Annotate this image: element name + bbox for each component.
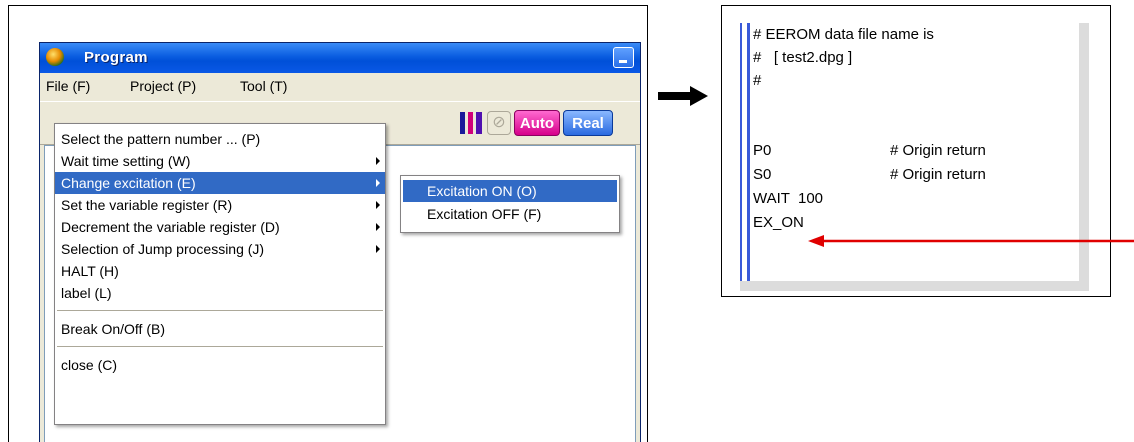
menu-item-label: close (C) bbox=[61, 357, 118, 373]
menu-tool[interactable]: Tool (T) bbox=[240, 78, 287, 94]
menu-item-close[interactable]: close (C) bbox=[55, 354, 385, 376]
menu-item-break[interactable]: Break On/Off (B) bbox=[55, 318, 385, 340]
menu-item-label: Set the variable register (R) bbox=[61, 197, 233, 213]
menu-item-label-cmd[interactable]: label (L) bbox=[55, 282, 385, 304]
code-line: P0 bbox=[753, 142, 772, 159]
menu-item-label: Break On/Off (B) bbox=[61, 321, 165, 337]
menu-bar: File (F) Project (P) Tool (T) bbox=[40, 73, 640, 99]
menu-item-label: Change excitation (E) bbox=[61, 175, 196, 191]
submenu-item-label: Excitation OFF (F) bbox=[427, 206, 542, 222]
menu-item-label: Decrement the variable register (D) bbox=[61, 219, 280, 235]
app-icon bbox=[46, 48, 64, 66]
menu-item-label: Select the pattern number ... (P) bbox=[61, 131, 261, 147]
menu-item-halt[interactable]: HALT (H) bbox=[55, 260, 385, 282]
editor-gutter bbox=[740, 23, 750, 281]
code-comment: # Origin return bbox=[890, 142, 986, 159]
menu-item-select-pattern[interactable]: Select the pattern number ... (P) bbox=[55, 128, 385, 150]
disabled-icon[interactable]: ⊘ bbox=[487, 111, 511, 135]
menu-separator bbox=[57, 310, 383, 311]
context-menu: Select the pattern number ... (P) Wait t… bbox=[54, 123, 386, 425]
code-line: # EEROM data file name is bbox=[753, 26, 934, 43]
right-arrow-icon bbox=[658, 86, 708, 106]
right-screenshot-panel: # EEROM data file name is # [ test2.dpg … bbox=[721, 5, 1111, 297]
real-button[interactable]: Real bbox=[563, 110, 613, 136]
submenu-item-excitation-off[interactable]: Excitation OFF (F) bbox=[403, 203, 617, 225]
excitation-submenu: Excitation ON (O) Excitation OFF (F) bbox=[400, 175, 620, 233]
menu-project[interactable]: Project (P) bbox=[130, 78, 196, 94]
code-line: S0 bbox=[753, 166, 772, 183]
left-screenshot-panel: Program File (F) Project (P) Tool (T) ⊘ … bbox=[8, 5, 648, 442]
submenu-item-label: Excitation ON (O) bbox=[427, 183, 537, 199]
menu-item-change-excitation[interactable]: Change excitation (E) bbox=[55, 172, 385, 194]
code-line: # [ test2.dpg ] bbox=[753, 49, 853, 66]
code-editor[interactable]: # EEROM data file name is # [ test2.dpg … bbox=[740, 23, 1089, 291]
submenu-item-excitation-on[interactable]: Excitation ON (O) bbox=[403, 180, 617, 202]
submenu-arrow-icon bbox=[376, 245, 380, 253]
red-pointer-arrow bbox=[808, 235, 1134, 247]
menu-item-label: Selection of Jump processing (J) bbox=[61, 241, 265, 257]
menu-separator bbox=[57, 346, 383, 347]
auto-button[interactable]: Auto bbox=[514, 110, 560, 136]
title-bar[interactable]: Program bbox=[40, 43, 640, 73]
submenu-arrow-icon bbox=[376, 201, 380, 209]
window-title: Program bbox=[84, 49, 148, 66]
menu-item-wait-time[interactable]: Wait time setting (W) bbox=[55, 150, 385, 172]
code-line: WAIT 100 bbox=[753, 190, 824, 207]
menu-item-label: HALT (H) bbox=[61, 263, 119, 279]
menu-item-jump-processing[interactable]: Selection of Jump processing (J) bbox=[55, 238, 385, 260]
menu-item-decrement-variable-register[interactable]: Decrement the variable register (D) bbox=[55, 216, 385, 238]
submenu-arrow-icon bbox=[376, 179, 380, 187]
code-line-ex-on: EX_ON bbox=[753, 214, 804, 231]
toolbar-bars-icon[interactable] bbox=[460, 112, 482, 134]
menu-item-set-variable-register[interactable]: Set the variable register (R) bbox=[55, 194, 385, 216]
menu-item-label: Wait time setting (W) bbox=[61, 153, 191, 169]
code-line: # bbox=[753, 72, 762, 89]
minimize-button[interactable] bbox=[613, 47, 634, 68]
code-comment: # Origin return bbox=[890, 166, 986, 183]
menu-file[interactable]: File (F) bbox=[46, 78, 90, 94]
menu-item-label: label (L) bbox=[61, 285, 112, 301]
submenu-arrow-icon bbox=[376, 223, 380, 231]
submenu-arrow-icon bbox=[376, 157, 380, 165]
